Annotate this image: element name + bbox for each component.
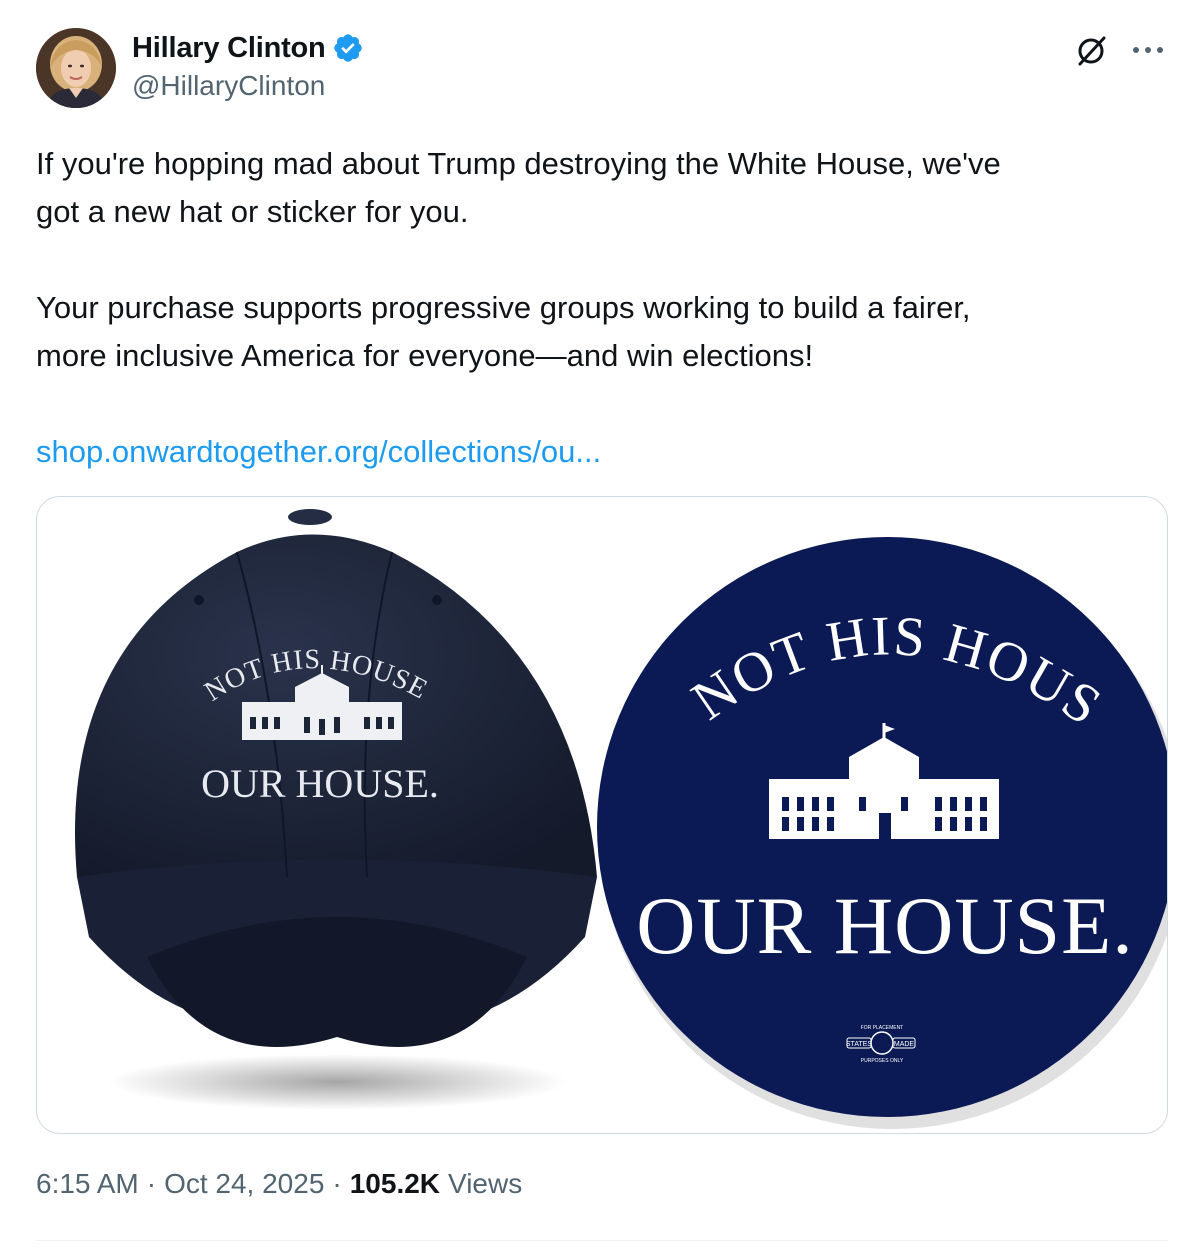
tweet-meta: 6:15 AM · Oct 24, 2025 · 105.2K Views [36, 1168, 522, 1200]
views-label: Views [448, 1168, 523, 1199]
tweet: Hillary Clinton @HillaryClinton If you'r… [0, 0, 1190, 1256]
tweet-line: Your purchase supports progressive group… [36, 290, 971, 325]
svg-text:FOR PLACEMENT: FOR PLACEMENT [861, 1025, 904, 1031]
tweet-line: more inclusive America for everyone—and … [36, 338, 814, 373]
tweet-time[interactable]: 6:15 AM [36, 1168, 139, 1200]
tweet-link[interactable]: shop.onwardtogether.org/collections/ou..… [36, 434, 601, 469]
svg-text:PURPOSES ONLY: PURPOSES ONLY [861, 1058, 904, 1064]
meta-separator: · [146, 1168, 157, 1199]
tweet-line: got a new hat or sticker for you. [36, 194, 469, 229]
hat-bottom-text: OUR HOUSE. [201, 761, 439, 806]
tweet-text: If you're hopping mad about Trump destro… [36, 140, 1156, 476]
avatar[interactable] [36, 28, 116, 108]
avatar-image [36, 28, 116, 108]
verified-badge-icon[interactable] [332, 32, 364, 64]
author-display-name[interactable]: Hillary Clinton [132, 32, 326, 65]
svg-text:MADE: MADE [894, 1041, 915, 1048]
views-count: 105.2K [349, 1168, 441, 1199]
tweet-date[interactable]: Oct 24, 2025 [164, 1168, 324, 1200]
divider [36, 1240, 1168, 1241]
more-icon[interactable] [1128, 30, 1168, 70]
hat-image: NOT HIS HOUSE. OUR HOUSE. [37, 497, 597, 1110]
meta-separator: · [332, 1168, 342, 1199]
grok-icon[interactable] [1072, 30, 1112, 70]
sticker-bottom-text: OUR HOUSE. [636, 880, 1133, 971]
author-handle[interactable]: @HillaryClinton [132, 70, 325, 102]
author-name-row: Hillary Clinton [132, 30, 364, 66]
tweet-media[interactable]: NOT HIS HOUSE. OUR HOUSE. [36, 496, 1168, 1134]
tweet-line: If you're hopping mad about Trump destro… [36, 146, 1001, 181]
svg-text:STATES: STATES [846, 1041, 873, 1048]
